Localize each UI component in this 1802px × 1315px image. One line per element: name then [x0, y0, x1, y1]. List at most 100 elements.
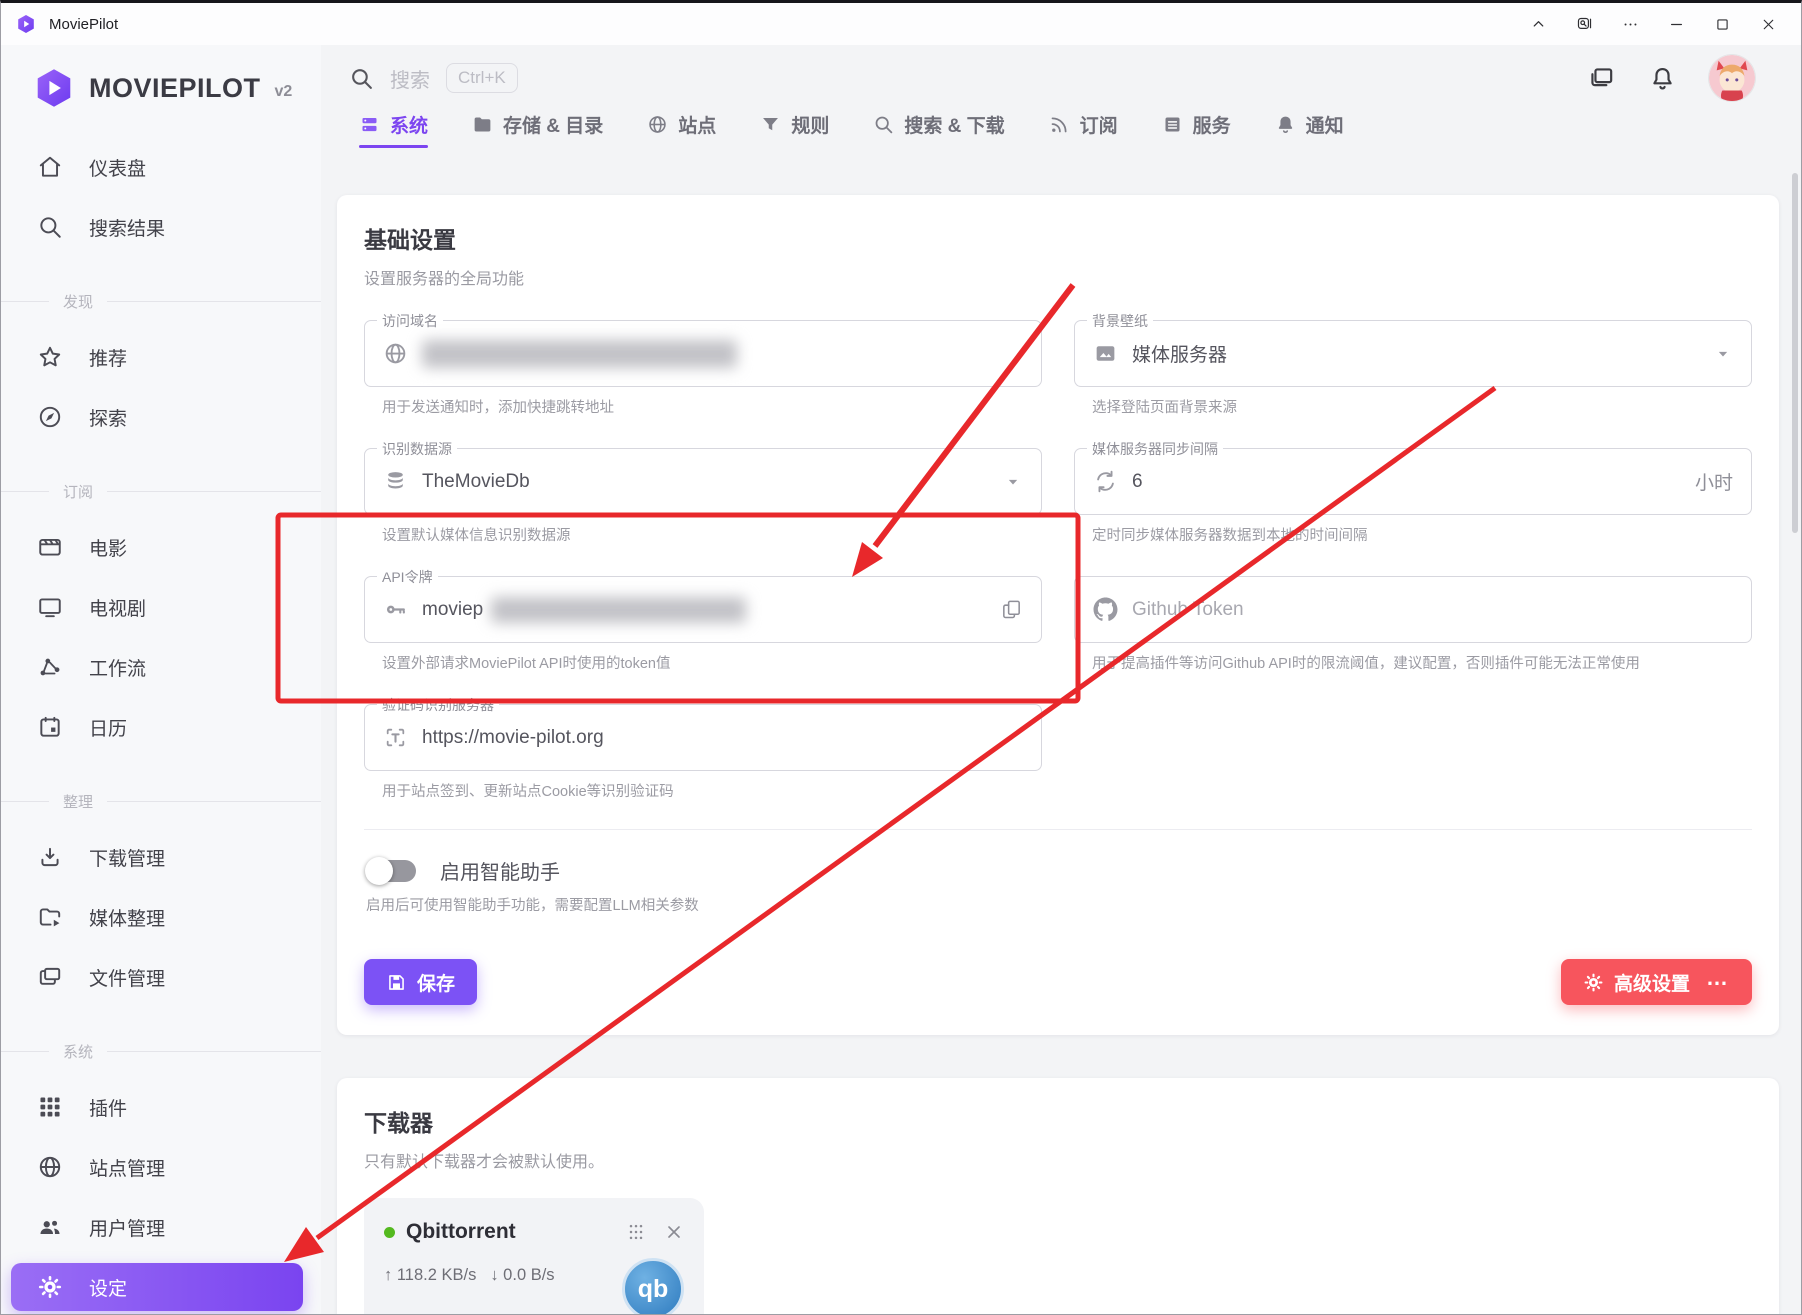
- field-group-ocr-server: 验证码识别服务器 https://movie-pilot.org 用于站点签到、…: [364, 704, 1042, 801]
- sidebar-item-media-organize[interactable]: 媒体整理: [1, 887, 321, 947]
- advanced-settings-label: 高级设置: [1614, 969, 1690, 996]
- sidebar-item-movies[interactable]: 电影: [1, 517, 321, 577]
- titlebar-controls: [1515, 7, 1791, 41]
- sidebar-item-label: 文件管理: [89, 964, 165, 991]
- sidebar-item-calendar[interactable]: 日历: [1, 697, 321, 757]
- tab-label: 订阅: [1080, 111, 1118, 138]
- sync-interval-field[interactable]: 媒体服务器同步间隔 6 小时: [1074, 448, 1752, 515]
- divider: [364, 829, 1752, 830]
- field-helper: 设置外部请求MoviePilot API时使用的token值: [382, 652, 1042, 673]
- tab-notifications[interactable]: 通知: [1275, 111, 1344, 151]
- maximize-button[interactable]: [1699, 7, 1745, 41]
- sidebar-item-label: 日历: [89, 714, 127, 741]
- field-helper: 用于提高插件等访问Github API时的限流阈值，建议配置，否则插件可能无法正…: [1092, 652, 1752, 673]
- search-icon: [873, 114, 894, 135]
- ocr-server-field[interactable]: 验证码识别服务器 https://movie-pilot.org: [364, 704, 1042, 771]
- grid-icon: [37, 1094, 63, 1120]
- tab-system[interactable]: 系统: [359, 111, 428, 151]
- github-token-field[interactable]: Github Token: [1074, 576, 1752, 643]
- multi-window-icon[interactable]: [1587, 64, 1616, 93]
- collapse-titlebar-icon[interactable]: [1515, 7, 1561, 41]
- card-subtitle: 只有默认下载器才会被默认使用。: [364, 1148, 1752, 1172]
- user-avatar[interactable]: [1709, 55, 1755, 101]
- sidebar-item-label: 媒体整理: [89, 904, 165, 931]
- tab-services[interactable]: 服务: [1162, 111, 1231, 151]
- search-icon: [349, 66, 374, 91]
- compass-icon: [37, 404, 63, 430]
- window-title: MoviePilot: [49, 16, 118, 33]
- sidebar-item-explore[interactable]: 探索: [1, 387, 321, 447]
- field-suffix: 小时: [1695, 468, 1733, 495]
- sidebar-item-plugins[interactable]: 插件: [1, 1077, 321, 1137]
- field-label: 访问域名: [377, 311, 443, 331]
- close-button[interactable]: [1745, 7, 1791, 41]
- tab-storage-directory[interactable]: 存储 & 目录: [472, 111, 603, 151]
- home-icon: [37, 154, 63, 180]
- tab-subscribe[interactable]: 订阅: [1049, 111, 1118, 151]
- sidebar-item-search-results[interactable]: 搜索结果: [1, 197, 321, 257]
- field-placeholder: Github Token: [1132, 599, 1244, 621]
- ocr-scan-icon: [383, 725, 408, 750]
- search-shortcut-kbd: Ctrl+K: [446, 63, 518, 93]
- sidebar-item-download-manage[interactable]: 下载管理: [1, 827, 321, 887]
- save-button[interactable]: 保存: [364, 959, 477, 1005]
- downloader-name: Qbittorrent: [406, 1220, 516, 1244]
- field-value: TheMovieDb: [422, 471, 530, 493]
- more-options-icon[interactable]: [1607, 7, 1653, 41]
- sidebar-item-workflow[interactable]: 工作流: [1, 637, 321, 697]
- basic-settings-card: 基础设置 设置服务器的全局功能 访问域名 用于发送通知时，添加快捷跳转地址: [337, 195, 1779, 1035]
- sidebar-item-settings[interactable]: 设定: [11, 1263, 303, 1311]
- card-title: 基础设置: [364, 221, 1752, 255]
- vertical-scrollbar[interactable]: [1792, 173, 1798, 533]
- sidebar-item-site-manage[interactable]: 站点管理: [1, 1137, 321, 1197]
- chevron-down-icon[interactable]: [1003, 472, 1023, 492]
- sync-icon: [1093, 469, 1118, 494]
- key-icon: [383, 597, 408, 622]
- downloader-item-qbittorrent[interactable]: Qbittorrent ↑ 118.2 KB/s ↓ 0.0 B/s: [364, 1198, 704, 1315]
- advanced-settings-button[interactable]: 高级设置 …: [1561, 959, 1752, 1005]
- sidebar-section-subscribe: 订阅: [1, 461, 321, 521]
- copy-icon[interactable]: [1000, 598, 1023, 621]
- titlebar: MoviePilot: [1, 3, 1801, 45]
- tab-search-download[interactable]: 搜索 & 下载: [873, 111, 1004, 151]
- api-token-field[interactable]: API令牌 moviep: [364, 576, 1042, 643]
- sidebar-item-dashboard[interactable]: 仪表盘: [1, 137, 321, 197]
- card-title: 下载器: [364, 1104, 1752, 1138]
- header-actions: [1587, 55, 1755, 101]
- notifications-bell-icon[interactable]: [1648, 64, 1677, 93]
- tab-label: 规则: [791, 111, 829, 138]
- domain-field[interactable]: 访问域名: [364, 320, 1042, 387]
- global-search[interactable]: 搜索 Ctrl+K: [349, 63, 518, 93]
- field-group-datasource: 识别数据源 TheMovieDb 设置默认媒体信息识别数据源: [364, 448, 1042, 545]
- gear-icon: [37, 1274, 63, 1300]
- datasource-select[interactable]: 识别数据源 TheMovieDb: [364, 448, 1042, 515]
- sidebar-item-label: 电影: [89, 534, 127, 561]
- sidebar-item-recommend[interactable]: 推荐: [1, 327, 321, 387]
- bell-icon: [1275, 114, 1296, 135]
- settings-tabbar: 系统 存储 & 目录 站点 规则 搜索 & 下载: [321, 111, 1801, 165]
- sidebar-item-user-manage[interactable]: 用户管理: [1, 1197, 321, 1257]
- wallpaper-select[interactable]: 背景壁纸 媒体服务器: [1074, 320, 1752, 387]
- chevron-down-icon[interactable]: [1713, 344, 1733, 364]
- drag-handle-icon[interactable]: [626, 1222, 646, 1242]
- main-area: 搜索 Ctrl+K 系统 存储 & 目录: [321, 45, 1801, 1315]
- close-icon[interactable]: [664, 1222, 684, 1242]
- card-subtitle: 设置服务器的全局功能: [364, 265, 1752, 289]
- tab-label: 系统: [390, 111, 428, 138]
- search-tabs-icon[interactable]: [1561, 7, 1607, 41]
- minimize-button[interactable]: [1653, 7, 1699, 41]
- field-group-wallpaper: 背景壁纸 媒体服务器 选择登陆页面背景来源: [1074, 320, 1752, 417]
- sidebar-item-label: 下载管理: [89, 844, 165, 871]
- tab-sites[interactable]: 站点: [647, 111, 716, 151]
- sidebar-item-file-manage[interactable]: 文件管理: [1, 947, 321, 1007]
- settings-content: 基础设置 设置服务器的全局功能 访问域名 用于发送通知时，添加快捷跳转地址: [321, 165, 1801, 1315]
- field-value: 6: [1132, 471, 1143, 493]
- field-helper: 用于发送通知时，添加快捷跳转地址: [382, 396, 1042, 417]
- workflow-icon: [37, 654, 63, 680]
- tab-rules[interactable]: 规则: [760, 111, 829, 151]
- sidebar-section-organize: 整理: [1, 771, 321, 831]
- sidebar-item-label: 插件: [89, 1094, 127, 1121]
- sidebar-item-tv-series[interactable]: 电视剧: [1, 577, 321, 637]
- field-label: 媒体服务器同步间隔: [1087, 439, 1223, 459]
- assistant-toggle-switch[interactable]: [370, 860, 416, 882]
